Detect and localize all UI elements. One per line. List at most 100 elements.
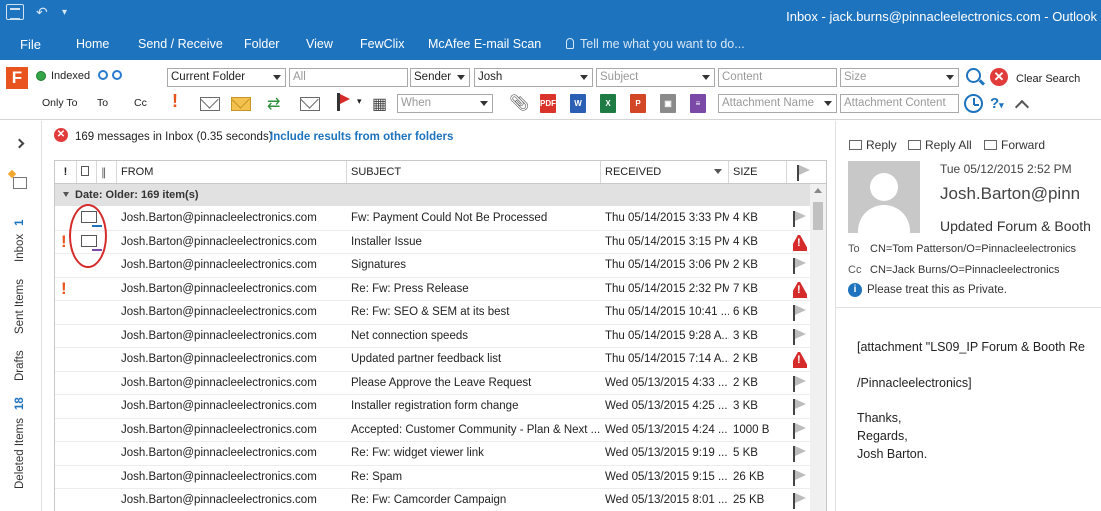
tab-fewclix[interactable]: FewClix — [360, 37, 404, 51]
unread-filter-envelope-icon[interactable] — [231, 97, 251, 111]
powerpoint-icon[interactable]: P — [630, 94, 646, 113]
col-icon[interactable] — [77, 161, 97, 183]
word-icon[interactable]: W — [570, 94, 586, 113]
col-subject[interactable]: SUBJECT — [347, 161, 601, 183]
tab-send-receive[interactable]: Send / Receive — [138, 37, 223, 51]
collapse-group-icon[interactable] — [63, 192, 69, 197]
attachment-name-dropdown[interactable]: Attachment Name — [718, 94, 837, 113]
flag-cell[interactable] — [793, 328, 807, 345]
chevron-down-icon[interactable]: ▾ — [357, 96, 362, 107]
table-row[interactable]: Josh.Barton@pinnacleelectronics.com Pleas… — [55, 372, 810, 395]
nav-sent-items[interactable]: Sent Items — [14, 279, 26, 334]
message-sender[interactable]: Josh.Barton@pinn — [940, 184, 1080, 204]
read-filter-envelope-icon[interactable] — [200, 97, 220, 111]
nav-inbox[interactable]: Inbox 1 — [14, 219, 26, 262]
forward-button[interactable]: Forward — [984, 138, 1045, 152]
flag-filter-icon[interactable] — [337, 93, 350, 111]
warning-icon[interactable] — [793, 234, 807, 251]
table-row[interactable]: Josh.Barton@pinnacleelectronics.com Accep… — [55, 419, 810, 442]
list-scrollbar[interactable] — [810, 184, 826, 511]
undo-icon[interactable]: ↶ — [36, 4, 48, 21]
cc-toggle[interactable]: Cc — [134, 97, 147, 109]
col-attachment[interactable]: ∥ — [97, 161, 117, 183]
tell-me-box[interactable]: Tell me what you want to do... — [566, 37, 745, 51]
expand-nav-icon[interactable] — [14, 138, 25, 149]
clock-icon[interactable] — [964, 94, 983, 113]
cc-value[interactable]: CN=Jack Burns/O=Pinnacleelectronics — [870, 264, 1060, 276]
all-search-input[interactable]: All — [289, 68, 408, 87]
flag-cell[interactable] — [793, 469, 807, 486]
tab-mcafee[interactable]: McAfee E-mail Scan — [428, 37, 541, 51]
help-icon[interactable]: ?▾ — [990, 95, 1004, 112]
table-row[interactable]: Josh.Barton@pinnacleelectronics.com Insta… — [55, 395, 810, 419]
customize-quick-access-icon[interactable]: ▾ — [62, 7, 67, 18]
flag-cell[interactable] — [793, 305, 807, 321]
when-dropdown[interactable]: When — [397, 94, 493, 113]
table-row[interactable]: Josh.Barton@pinnacleelectronics.com Updat… — [55, 348, 810, 372]
sender-input[interactable]: Josh — [474, 68, 593, 87]
calendar-icon[interactable]: ▦ — [372, 94, 387, 114]
subject-input[interactable]: Subject — [596, 68, 715, 87]
image-icon[interactable]: ▣ — [660, 94, 676, 113]
refresh-icon[interactable] — [98, 70, 108, 80]
tab-file[interactable]: File — [20, 37, 41, 52]
table-row[interactable]: Josh.Barton@pinnacleelectronics.com Re: F… — [55, 489, 810, 511]
collapse-ribbon-icon[interactable] — [1014, 99, 1030, 115]
col-importance[interactable]: ! — [55, 161, 77, 183]
tab-view[interactable]: View — [306, 37, 333, 51]
pdf-icon[interactable]: PDF — [540, 94, 556, 113]
table-row[interactable]: ! Josh.Barton@pinnacleelectronics.com Inst… — [55, 231, 810, 254]
table-row[interactable]: Josh.Barton@pinnacleelectronics.com Net c… — [55, 325, 810, 348]
replied-filter-icon[interactable]: ⇄ — [267, 94, 280, 114]
table-row[interactable]: Josh.Barton@pinnacleelectronics.com Re: F… — [55, 301, 810, 325]
flag-cell[interactable] — [793, 493, 807, 509]
attachment-content-input[interactable]: Attachment Content — [840, 94, 959, 113]
scroll-up-icon[interactable] — [814, 188, 822, 193]
tab-folder[interactable]: Folder — [244, 37, 279, 51]
archive-icon[interactable]: ≡ — [690, 94, 706, 113]
excel-icon[interactable]: X — [600, 94, 616, 113]
flag-cell[interactable] — [793, 422, 807, 439]
clear-search-button[interactable]: Clear Search — [1016, 73, 1080, 85]
flag-cell[interactable] — [793, 258, 807, 274]
reply-button[interactable]: Reply — [849, 138, 897, 152]
reply-all-button[interactable]: Reply All — [908, 138, 972, 152]
nav-deleted-items[interactable]: Deleted Items 18 — [14, 397, 26, 489]
scroll-thumb[interactable] — [813, 202, 823, 230]
only-to-toggle[interactable]: Only To — [42, 97, 77, 109]
content-input[interactable]: Content — [718, 68, 837, 87]
table-row[interactable]: Josh.Barton@pinnacleelectronics.com Signa… — [55, 254, 810, 278]
importance-filter-icon[interactable]: ! — [172, 91, 178, 112]
tab-home[interactable]: Home — [76, 37, 109, 51]
to-value[interactable]: CN=Tom Patterson/O=Pinnacleelectronics — [870, 243, 1076, 255]
include-other-folders-link[interactable]: Include results from other folders — [270, 131, 453, 143]
flag-cell[interactable] — [793, 375, 807, 392]
table-row[interactable]: Josh.Barton@pinnacleelectronics.com Re: F… — [55, 442, 810, 466]
attachment-icon[interactable]: 📎︎ — [509, 93, 529, 113]
table-row[interactable]: Josh.Barton@pinnacleelectronics.com Fw: P… — [55, 207, 810, 231]
clear-search-icon[interactable]: ✕ — [990, 68, 1008, 86]
new-item-icon[interactable] — [13, 177, 27, 189]
warning-icon[interactable] — [793, 352, 807, 368]
warning-icon[interactable] — [793, 281, 807, 298]
flag-cell[interactable] — [793, 211, 807, 227]
table-row[interactable]: Josh.Barton@pinnacleelectronics.com Re: S… — [55, 466, 810, 489]
settings-gear-icon[interactable] — [112, 70, 122, 80]
send-receive-icon[interactable] — [6, 4, 24, 20]
size-dropdown[interactable]: Size — [840, 68, 959, 87]
scope-dropdown[interactable]: Current Folder — [167, 68, 286, 87]
col-from[interactable]: FROM — [117, 161, 347, 183]
col-received[interactable]: RECEIVED — [601, 161, 729, 183]
col-flag[interactable] — [787, 161, 826, 183]
col-size[interactable]: SIZE — [729, 161, 787, 183]
flag-cell[interactable] — [793, 399, 807, 415]
cell-from: Josh.Barton@pinnacleelectronics.com — [121, 235, 317, 248]
group-header[interactable]: Date: Older: 169 item(s) — [55, 184, 810, 206]
search-icon[interactable] — [966, 68, 981, 83]
sender-field-dropdown[interactable]: Sender — [410, 68, 470, 87]
to-toggle[interactable]: To — [97, 97, 108, 109]
flag-cell[interactable] — [793, 446, 807, 462]
nav-drafts[interactable]: Drafts — [14, 350, 26, 381]
table-row[interactable]: ! Josh.Barton@pinnacleelectronics.com Re: … — [55, 278, 810, 301]
forwarded-filter-icon[interactable] — [300, 97, 320, 111]
